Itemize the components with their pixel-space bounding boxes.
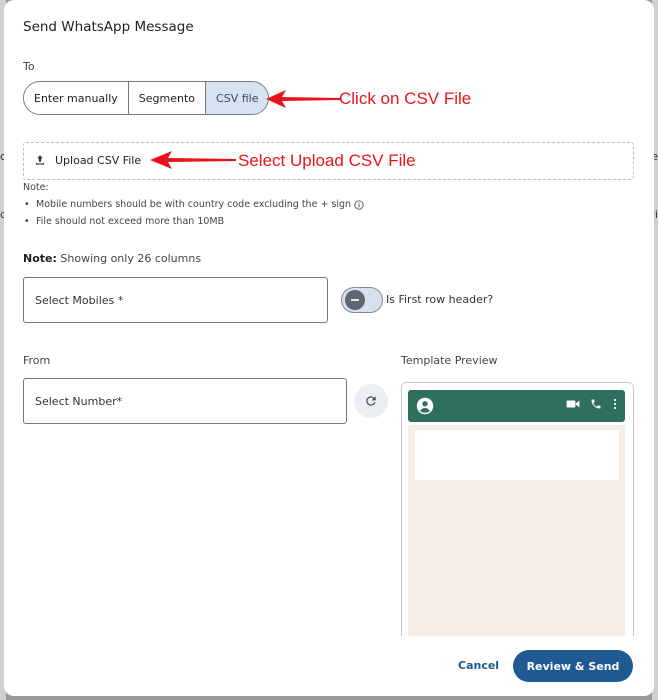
first-row-header-toggle[interactable] [341,287,383,313]
first-row-header-label: Is First row header? [386,293,494,306]
toggle-knob [345,290,365,310]
more-vert-icon [613,398,617,410]
upload-csv-label: Upload CSV File [55,153,142,167]
info-icon[interactable] [354,199,364,210]
enter-manually-button[interactable]: Enter manually [24,82,129,114]
template-preview [401,382,634,636]
video-call-icon [566,400,580,408]
annotation-csv-hint: Click on CSV File [339,89,472,108]
template-preview-label: Template Preview [401,354,498,367]
arrow-icon [266,90,340,108]
review-send-button[interactable]: Review & Send [513,650,633,682]
phone-icon [591,399,601,409]
whatsapp-header-icons [566,398,618,410]
columns-note-text: Showing only 26 columns [56,252,202,265]
select-mobiles-placeholder: Select Mobiles * [35,293,124,307]
recipient-source-toggle: Enter manually Segmento CSV file [23,81,270,115]
select-mobiles-field[interactable]: Select Mobiles * [23,277,328,323]
whatsapp-header [408,390,625,422]
note-heading: Note: [23,182,49,193]
whatsapp-chat-body [408,425,625,636]
columns-note: Note: Showing only 26 columns [23,252,201,265]
segmento-button[interactable]: Segmento [128,82,207,114]
account-circle-icon [416,397,434,415]
arrow-icon [150,151,236,169]
refresh-icon [366,396,376,406]
note-item-text: Mobile numbers should be with country co… [36,199,352,210]
send-whatsapp-dialog: Send WhatsApp Message To Enter manually … [4,0,654,696]
note-list: Mobile numbers should be with country co… [23,196,364,230]
dialog-title: Send WhatsApp Message [23,19,194,35]
cancel-button[interactable]: Cancel [458,659,499,672]
columns-note-bold: Note: [23,252,57,265]
note-item-text: File should not exceed more than 10MB [36,216,225,227]
select-number-field[interactable]: Select Number* [23,378,347,424]
to-label: To [23,60,35,73]
list-item: File should not exceed more than 10MB [23,213,364,230]
csv-file-button[interactable]: CSV file [206,82,269,114]
annotation-upload-hint: Select Upload CSV File [238,151,416,170]
refresh-button[interactable] [354,384,388,418]
upload-icon [35,155,45,165]
select-number-placeholder: Select Number* [35,394,123,408]
list-item: Mobile numbers should be with country co… [23,196,364,213]
upload-csv-button[interactable]: Upload CSV File [33,153,141,167]
from-label: From [23,354,51,367]
message-bubble [415,430,619,480]
